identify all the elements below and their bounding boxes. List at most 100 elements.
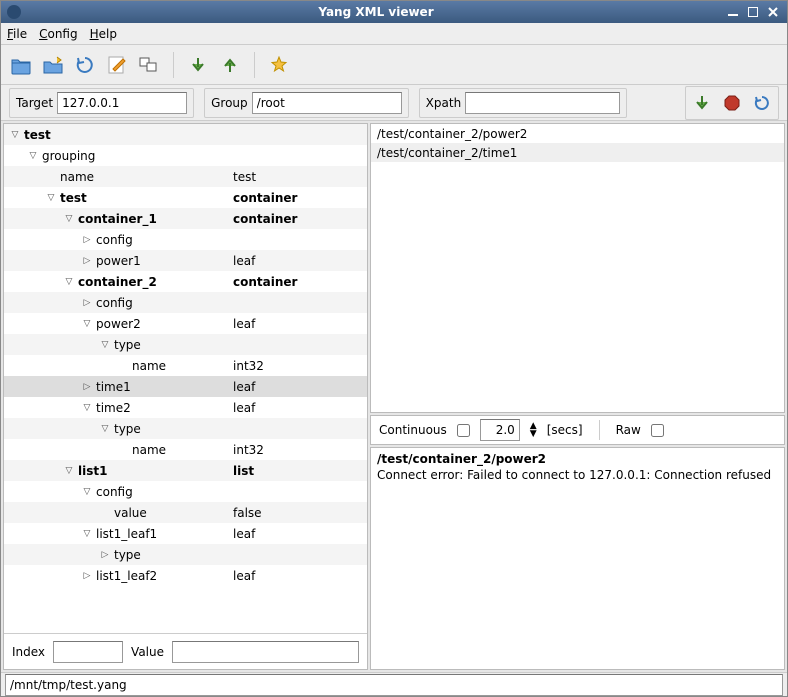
expand-toggle[interactable]: ▽ xyxy=(100,340,110,350)
expand-toggle[interactable]: ▷ xyxy=(82,235,92,245)
tree-node-value: leaf xyxy=(233,317,363,331)
tree-row[interactable]: ▽test xyxy=(4,124,367,145)
open-button[interactable] xyxy=(7,51,35,79)
interval-input[interactable] xyxy=(480,419,520,441)
menu-help[interactable]: Help xyxy=(90,27,117,41)
tree-row[interactable]: ▽list1_leaf1leaf xyxy=(4,523,367,544)
expand-toggle[interactable]: ▽ xyxy=(10,130,20,140)
value-label: Value xyxy=(131,645,164,659)
expand-toggle[interactable]: ▷ xyxy=(82,382,92,392)
tree-panel: ▽test▽groupingnametest▽testcontainer▽con… xyxy=(3,123,368,670)
tree-row[interactable]: ▷time1leaf xyxy=(4,376,367,397)
windows-button[interactable] xyxy=(135,51,163,79)
tree-row[interactable]: nameint32 xyxy=(4,355,367,376)
expand-toggle[interactable]: ▽ xyxy=(64,214,74,224)
tree-row[interactable]: ▷config xyxy=(4,292,367,313)
tree-node-name: list1_leaf2 xyxy=(96,569,233,583)
expand-toggle[interactable]: ▷ xyxy=(100,550,110,560)
edit-button[interactable] xyxy=(103,51,131,79)
tree-row[interactable]: ▷list1_leaf2leaf xyxy=(4,565,367,586)
xpath-label: Xpath xyxy=(426,96,462,110)
expand-toggle[interactable]: ▽ xyxy=(82,529,92,539)
menu-file[interactable]: File xyxy=(7,27,27,41)
target-group: Target xyxy=(9,88,194,118)
target-input[interactable] xyxy=(57,92,187,114)
tree-node-name: container_1 xyxy=(78,212,233,226)
down-button[interactable] xyxy=(184,51,212,79)
expand-toggle[interactable]: ▷ xyxy=(82,298,92,308)
expand-toggle[interactable]: ▽ xyxy=(100,424,110,434)
stop-button[interactable] xyxy=(718,89,746,117)
tree-row[interactable]: ▽power2leaf xyxy=(4,313,367,334)
tree-row[interactable]: ▷config xyxy=(4,229,367,250)
expand-toggle[interactable]: ▽ xyxy=(82,319,92,329)
xpath-list[interactable]: /test/container_2/power2/test/container_… xyxy=(370,123,785,413)
continuous-checkbox[interactable] xyxy=(457,424,470,437)
expand-toggle[interactable]: ▽ xyxy=(82,487,92,497)
tree-node-value: leaf xyxy=(233,254,363,268)
tree-row[interactable]: valuefalse xyxy=(4,502,367,523)
expand-toggle[interactable]: ▽ xyxy=(64,466,74,476)
menu-config[interactable]: Config xyxy=(39,27,78,41)
tree-node-value: container xyxy=(233,191,363,205)
status-input[interactable] xyxy=(5,674,783,696)
group-input[interactable] xyxy=(252,92,402,114)
tree-row[interactable]: nameint32 xyxy=(4,439,367,460)
separator xyxy=(173,52,174,78)
tree-node-name: value xyxy=(114,506,233,520)
tree-row[interactable]: ▽type xyxy=(4,418,367,439)
tree-node-value: list xyxy=(233,464,363,478)
tree-node-name: config xyxy=(96,485,233,499)
close-button[interactable] xyxy=(765,4,781,20)
index-label: Index xyxy=(12,645,45,659)
value-input[interactable] xyxy=(172,641,359,663)
tree-footer: Index Value xyxy=(4,633,367,669)
tree-row[interactable]: ▽time2leaf xyxy=(4,397,367,418)
raw-checkbox[interactable] xyxy=(651,424,664,437)
tree-row[interactable]: ▽container_2container xyxy=(4,271,367,292)
tree-row[interactable]: ▽ type xyxy=(4,334,367,355)
list-item[interactable]: /test/container_2/power2 xyxy=(371,124,784,143)
tree-node-name: grouping xyxy=(42,149,233,163)
expand-toggle[interactable]: ▽ xyxy=(82,403,92,413)
log-heading: /test/container_2/power2 xyxy=(377,452,778,468)
toolbar xyxy=(1,45,787,85)
tree-row[interactable]: ▽ testcontainer xyxy=(4,187,367,208)
download-button[interactable] xyxy=(688,89,716,117)
tree-row[interactable]: ▽ config xyxy=(4,481,367,502)
minimize-button[interactable] xyxy=(725,4,741,20)
expand-toggle[interactable]: ▷ xyxy=(82,256,92,266)
tree-row[interactable]: ▷power1leaf xyxy=(4,250,367,271)
appmenu-icon[interactable] xyxy=(7,5,27,19)
tree[interactable]: ▽test▽groupingnametest▽testcontainer▽con… xyxy=(4,124,367,633)
xpath-input[interactable] xyxy=(465,92,620,114)
separator xyxy=(254,52,255,78)
expand-toggle[interactable]: ▷ xyxy=(82,571,92,581)
star-button[interactable] xyxy=(265,51,293,79)
tree-node-name: name xyxy=(60,170,233,184)
maximize-button[interactable] xyxy=(745,4,761,20)
tree-node-name: type xyxy=(114,338,233,352)
tree-node-name: list1 xyxy=(78,464,233,478)
tree-node-name: test xyxy=(60,191,233,205)
tree-row[interactable]: ▷type xyxy=(4,544,367,565)
log-panel: /test/container_2/power2 Connect error: … xyxy=(370,447,785,670)
group-group: Group xyxy=(204,88,409,118)
index-input[interactable] xyxy=(53,641,123,663)
refresh2-button[interactable] xyxy=(748,89,776,117)
tree-node-name: name xyxy=(132,443,233,457)
app-window: Yang XML viewer File Config Help Target … xyxy=(0,0,788,697)
refresh-button[interactable] xyxy=(71,51,99,79)
up-button[interactable] xyxy=(216,51,244,79)
expand-toggle[interactable]: ▽ xyxy=(46,193,56,203)
list-item[interactable]: /test/container_2/time1 xyxy=(371,143,784,162)
expand-toggle[interactable]: ▽ xyxy=(64,277,74,287)
expand-toggle[interactable]: ▽ xyxy=(28,151,38,161)
tree-row[interactable]: ▽ list1list xyxy=(4,460,367,481)
right-panel: /test/container_2/power2/test/container_… xyxy=(370,123,785,670)
tree-row[interactable]: ▽ grouping xyxy=(4,145,367,166)
tree-row[interactable]: nametest xyxy=(4,166,367,187)
save-as-button[interactable] xyxy=(39,51,67,79)
spinner-icon[interactable]: ▲▼ xyxy=(530,422,537,438)
tree-row[interactable]: ▽container_1container xyxy=(4,208,367,229)
